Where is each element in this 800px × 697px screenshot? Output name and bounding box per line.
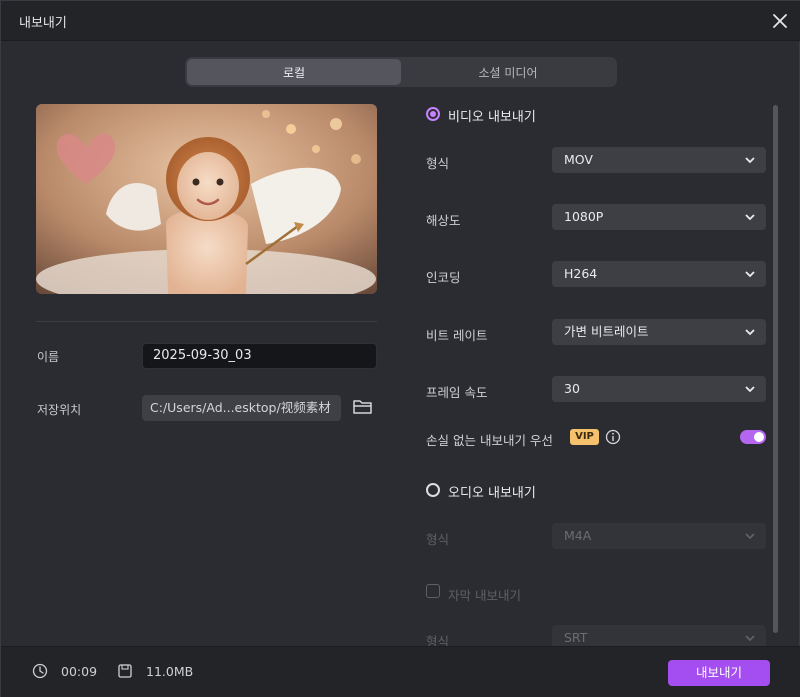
export-tabs: 로컬 소셜 미디어: [185, 57, 617, 87]
encoding-value: H264: [564, 266, 598, 281]
resolution-value: 1080P: [564, 209, 604, 224]
name-input[interactable]: 2025-09-30_03: [142, 343, 377, 369]
export-dialog: 내보내기 로컬 소셜 미디어 이름 2025-09-30_03 저장위치 C:/…: [0, 0, 800, 697]
video-export-title: 비디오 내보내기: [448, 110, 536, 125]
encoding-label: 인코딩: [426, 270, 461, 285]
bitrate-label: 비트 레이트: [426, 328, 488, 343]
file-size-icon: [118, 664, 132, 678]
settings-scrollbar[interactable]: [773, 105, 778, 633]
lossless-export-toggle[interactable]: [740, 430, 766, 444]
file-size-text: 11.0MB: [146, 664, 194, 679]
chevron-down-icon: [745, 329, 755, 336]
audio-format-value: M4A: [564, 528, 592, 543]
vip-badge: VIP: [570, 429, 599, 445]
encoding-select[interactable]: H264: [552, 261, 766, 287]
subtitle-export-label: 자막 내보내기: [448, 588, 521, 603]
chevron-down-icon: [745, 271, 755, 278]
footer-bar: 00:09 11.0MB 내보내기: [1, 646, 800, 697]
format-label: 형식: [426, 156, 450, 171]
video-export-radio[interactable]: [426, 107, 440, 121]
format-select[interactable]: MOV: [552, 147, 766, 173]
video-preview-thumbnail: [36, 104, 377, 294]
info-icon[interactable]: [605, 429, 621, 445]
audio-format-label: 형식: [426, 532, 450, 547]
subtitle-format-value: SRT: [564, 630, 588, 645]
folder-icon: [353, 400, 372, 414]
format-value: MOV: [564, 152, 593, 167]
audio-export-title: 오디오 내보내기: [448, 486, 536, 501]
chevron-down-icon: [745, 214, 755, 221]
clock-icon: [32, 663, 48, 679]
bitrate-value: 가변 비트레이트: [564, 324, 649, 339]
close-button[interactable]: [769, 10, 791, 32]
subtitle-export-checkbox[interactable]: [426, 584, 440, 598]
export-button[interactable]: 내보내기: [668, 660, 770, 686]
resolution-select[interactable]: 1080P: [552, 204, 766, 230]
title-bar: 내보내기: [1, 1, 800, 41]
left-divider: [36, 321, 377, 322]
frame-rate-select[interactable]: 30: [552, 376, 766, 402]
frame-rate-label: 프레임 속도: [426, 385, 488, 400]
dialog-title: 내보내기: [19, 16, 67, 31]
chevron-down-icon: [745, 386, 755, 393]
frame-rate-value: 30: [564, 381, 580, 396]
bitrate-select[interactable]: 가변 비트레이트: [552, 319, 766, 345]
chevron-down-icon: [745, 533, 755, 540]
location-label: 저장위치: [37, 403, 82, 417]
chevron-down-icon: [745, 157, 755, 164]
browse-folder-button[interactable]: [352, 397, 374, 417]
resolution-label: 해상도: [426, 213, 461, 228]
tab-social-media[interactable]: 소셜 미디어: [401, 59, 615, 85]
preview-image: [36, 104, 377, 294]
save-location-field[interactable]: C:/Users/Ad...esktop/视频素材: [142, 395, 341, 421]
audio-export-radio[interactable]: [426, 483, 440, 497]
chevron-down-icon: [745, 635, 755, 642]
tab-local[interactable]: 로컬: [187, 59, 401, 85]
audio-format-select[interactable]: M4A: [552, 523, 766, 549]
duration-text: 00:09: [61, 664, 98, 679]
lossless-export-label: 손실 없는 내보내기 우선: [426, 433, 553, 448]
close-icon: [773, 14, 787, 28]
name-label: 이름: [37, 350, 60, 364]
